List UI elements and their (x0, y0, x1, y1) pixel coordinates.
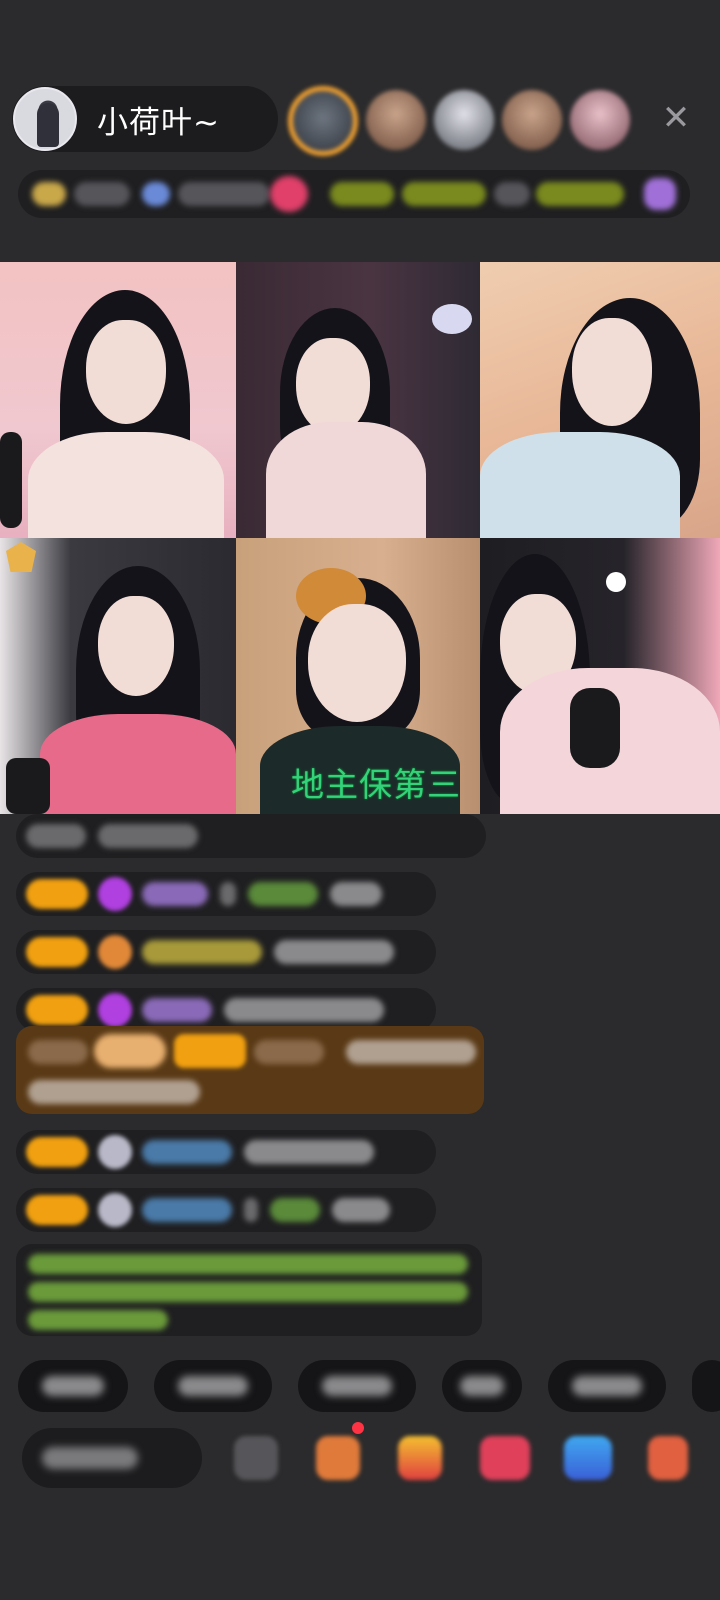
quick-reply-chip[interactable] (442, 1360, 522, 1412)
share-icon[interactable] (564, 1436, 612, 1480)
blurred-text (536, 182, 624, 206)
chat-message[interactable] (16, 872, 436, 916)
guest-video-tile[interactable] (0, 262, 236, 538)
viewer-avatar[interactable] (366, 90, 426, 150)
level-badge (26, 1195, 88, 1225)
badge-icon (142, 182, 170, 206)
more-icon[interactable] (648, 1436, 688, 1480)
system-notice-message (16, 1244, 482, 1336)
guest-video-tile[interactable] (480, 538, 720, 814)
quick-reply-chip[interactable] (18, 1360, 128, 1412)
flower-decoration (432, 304, 472, 334)
quick-reply-bar (18, 1360, 720, 1412)
guest-video-tile[interactable]: 地主保第三 (236, 538, 480, 814)
heart-icon[interactable] (270, 176, 308, 212)
host-avatar[interactable] (13, 87, 77, 151)
notification-dot (352, 1422, 364, 1434)
multi-guest-video-grid: 地主保第三 (0, 262, 720, 814)
quick-reply-chip[interactable] (692, 1360, 720, 1412)
level-badge (26, 879, 88, 909)
blurred-text (178, 182, 270, 206)
link-mic-icon[interactable] (480, 1436, 530, 1480)
viewer-avatar[interactable] (502, 90, 562, 150)
viewer-avatar[interactable] (570, 90, 630, 150)
guest-video-tile[interactable] (236, 262, 480, 538)
ring-light (606, 572, 626, 592)
quick-reply-chip[interactable] (154, 1360, 272, 1412)
gem-icon (98, 993, 132, 1027)
guest-video-tile[interactable] (480, 262, 720, 538)
chat-message[interactable] (16, 1130, 436, 1174)
gem-icon (98, 1135, 132, 1169)
video-caption: 地主保第三 (291, 765, 461, 804)
viewer-avatar[interactable] (288, 86, 358, 156)
blurred-text (494, 182, 530, 206)
viewer-avatars (288, 86, 630, 156)
level-badge (26, 995, 88, 1025)
emoji-icon[interactable] (234, 1436, 278, 1480)
gem-icon (98, 877, 132, 911)
gem-icon (98, 1193, 132, 1227)
level-badge (26, 1137, 88, 1167)
gift-icon[interactable] (644, 178, 676, 210)
guest-video-tile[interactable] (0, 538, 236, 814)
close-icon[interactable]: ✕ (658, 100, 694, 136)
host-name: 小荷叶~ (97, 104, 220, 141)
chat-message[interactable] (16, 1188, 436, 1232)
level-badge (26, 937, 88, 967)
quick-reply-chip[interactable] (548, 1360, 666, 1412)
chat-message[interactable] (16, 930, 436, 974)
gem-icon (98, 935, 132, 969)
blurred-text (74, 182, 130, 206)
viewer-avatar[interactable] (434, 90, 494, 150)
host-info-pill[interactable]: 小荷叶~ (12, 86, 278, 152)
blurred-text (402, 182, 486, 206)
rank-icon (32, 182, 66, 206)
fan-club-icon[interactable] (316, 1436, 360, 1480)
gift-box-icon[interactable] (398, 1436, 442, 1480)
chat-input[interactable] (22, 1428, 202, 1488)
highlighted-chat-message[interactable] (16, 1026, 484, 1114)
chat-message[interactable] (16, 814, 486, 858)
blurred-text (330, 182, 394, 206)
quick-reply-chip[interactable] (298, 1360, 416, 1412)
room-info-bar[interactable] (18, 170, 690, 218)
